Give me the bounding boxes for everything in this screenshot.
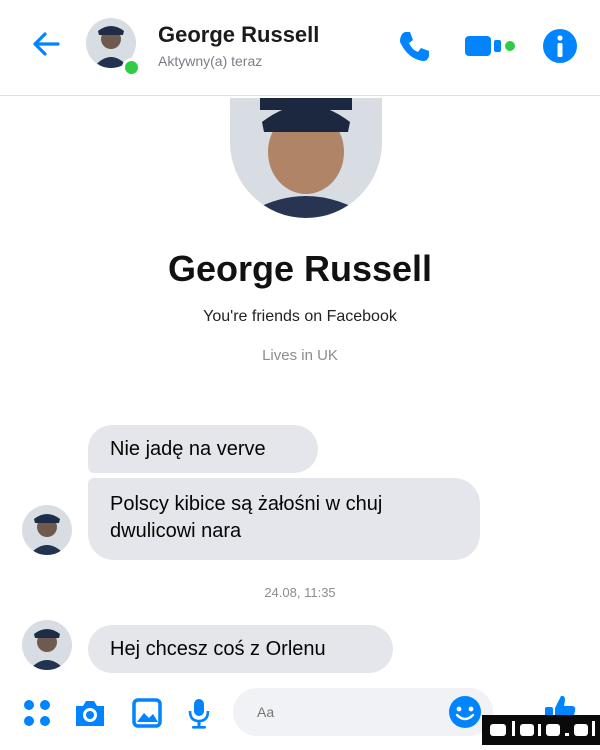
friends-status: You're friends on Facebook <box>203 308 397 325</box>
phone-call-icon[interactable] <box>394 26 434 66</box>
watermark-logo <box>482 715 600 745</box>
message-bubble[interactable]: Polscy kibice są żałośni w chuj dwulicow… <box>88 478 480 560</box>
person-icon <box>29 629 65 670</box>
person-icon <box>29 514 65 555</box>
watermark-logo-mark <box>482 715 600 745</box>
online-status-dot <box>122 58 141 77</box>
sender-avatar[interactable] <box>22 620 72 670</box>
header-active-status: Aktywny(a) teraz <box>158 53 263 69</box>
location-info: Lives in UK <box>262 347 338 364</box>
message-bubble[interactable]: Hej chcesz coś z Orlenu <box>88 625 393 673</box>
profile-name: George Russell <box>167 248 433 289</box>
emoji-icon[interactable] <box>447 694 483 730</box>
sender-avatar[interactable] <box>22 505 72 555</box>
microphone-icon[interactable] <box>186 696 212 730</box>
message-timestamp: 24.08, 11:35 <box>264 585 336 600</box>
video-call-icon[interactable] <box>462 26 520 66</box>
gallery-photo-icon[interactable] <box>130 696 164 730</box>
info-icon[interactable] <box>540 26 580 66</box>
chat-header: George Russell Aktywny(a) teraz <box>0 0 600 96</box>
person-icon <box>230 98 382 218</box>
profile-photo[interactable] <box>230 98 382 218</box>
camera-icon[interactable] <box>72 696 108 730</box>
message-input[interactable] <box>255 703 459 721</box>
message-input-box[interactable] <box>233 688 493 736</box>
message-bubble[interactable]: Nie jadę na verve <box>88 425 318 473</box>
header-contact-name: George Russell <box>158 22 320 47</box>
back-arrow-icon[interactable] <box>28 26 64 62</box>
more-options-grid-icon[interactable] <box>20 696 54 730</box>
